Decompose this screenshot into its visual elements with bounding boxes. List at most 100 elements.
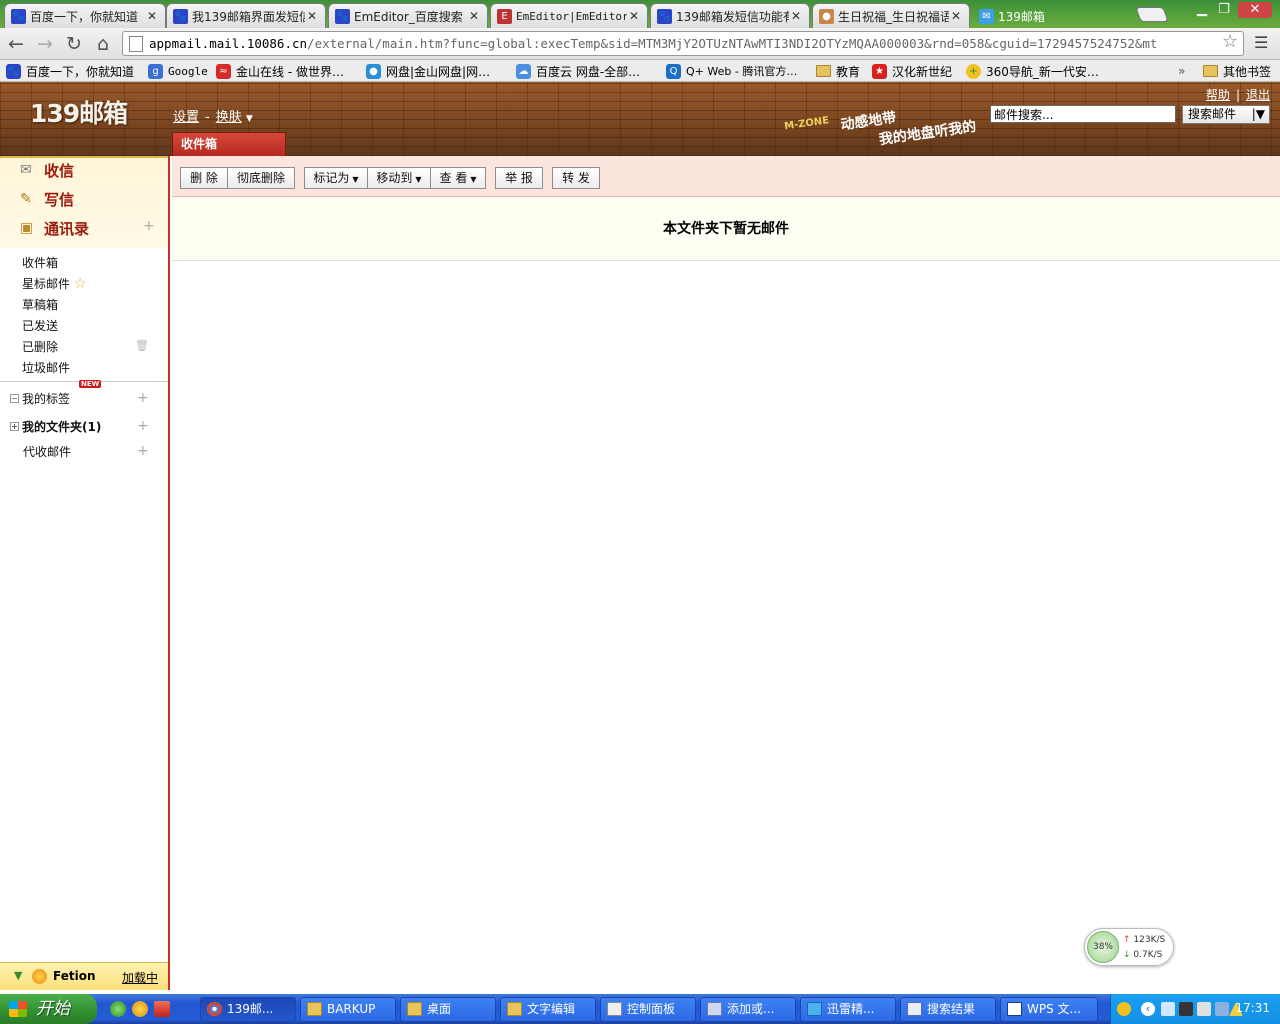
my-tags[interactable]: − 我的标签 — [10, 390, 70, 407]
bookmark-item[interactable]: ● 网盘|金山网盘|网… — [366, 62, 490, 80]
quicklaunch-icon[interactable] — [110, 1001, 126, 1017]
download-speed-value: 0.7K/S — [1133, 950, 1163, 960]
browser-tab[interactable]: E EmEditor|EmEditor ✕ — [490, 3, 648, 28]
minimize-icon[interactable]: ▁ — [1192, 2, 1212, 18]
taskbar-item[interactable]: BARKUP — [300, 997, 396, 1022]
tab-inbox[interactable]: 收件箱 — [172, 132, 286, 156]
speed-percent: 38% — [1087, 931, 1119, 963]
bookmark-item[interactable]: 🐾 百度一下，你就知道 — [6, 62, 134, 80]
sidebar-item-spam[interactable]: 垃圾邮件 — [22, 359, 70, 376]
sidebar-item-drafts[interactable]: 草稿箱 — [22, 296, 58, 313]
sidebar-item-sent[interactable]: 已发送 — [22, 317, 58, 334]
trash-icon[interactable]: 🗑 — [135, 339, 149, 352]
browser-tab-active[interactable]: ✉ 139邮箱 — [972, 3, 1132, 28]
delete-button[interactable]: 删 除 — [180, 167, 228, 189]
emeditor-icon: E — [497, 8, 512, 24]
sidebar-item-deleted[interactable]: 已删除 — [22, 338, 58, 355]
network-speed-widget[interactable]: 38% ↑ 123K/S ↓ 0.7K/S — [1084, 928, 1174, 966]
volume-icon[interactable] — [1197, 1002, 1211, 1016]
chrome-icon — [207, 1002, 222, 1016]
taskbar-item[interactable]: 搜索结果 — [900, 997, 996, 1022]
receive-button[interactable]: ✉ 收信 — [20, 158, 74, 182]
browser-tab[interactable]: 🐾 EmEditor_百度搜索 ✕ — [328, 3, 488, 28]
back-arrow-icon[interactable]: ← — [4, 32, 28, 56]
view-button[interactable]: 查 看 ▼ — [430, 167, 486, 189]
start-button[interactable]: 开始 — [0, 994, 97, 1024]
reload-icon[interactable]: ↻ — [62, 32, 86, 56]
contacts-button[interactable]: ▣ 通讯录 — [20, 216, 89, 240]
permanent-delete-button[interactable]: 彻底删除 — [227, 167, 295, 189]
browser-tab[interactable]: ● 生日祝福_生日祝福语 ✕ — [812, 3, 970, 28]
tray-expand-icon[interactable]: ‹ — [1141, 1002, 1155, 1016]
mail-search-input[interactable] — [990, 105, 1176, 123]
close-icon[interactable]: ✕ — [467, 9, 481, 23]
bookmarks-overflow[interactable]: » — [1178, 62, 1185, 80]
compose-button[interactable]: ✎ 写信 — [20, 187, 74, 211]
quicklaunch-icon[interactable] — [154, 1001, 170, 1017]
bookmark-label: 360导航_新一代安… — [986, 64, 1099, 79]
mark-as-button[interactable]: 标记为 ▼ — [304, 167, 368, 189]
browser-tab-strip: 🐾 百度一下，你就知道 ✕ 🐾 我139邮箱界面发短信 ✕ 🐾 EmEditor… — [0, 0, 1280, 28]
settings-link[interactable]: 设置 — [173, 110, 199, 125]
logout-link[interactable]: 退出 — [1246, 88, 1270, 102]
forward-arrow-icon[interactable]: → — [33, 32, 57, 56]
bookmark-item[interactable]: ≈ 金山在线 - 做世界… — [216, 62, 344, 80]
fetion-bar[interactable]: ▼ Fetion 加载中 — [0, 962, 168, 990]
taskbar-item[interactable]: WPS 文... — [1000, 997, 1098, 1022]
restore-icon[interactable]: ❐ — [1214, 2, 1234, 18]
bookmark-folder[interactable]: 教育 — [816, 62, 860, 80]
add-folder-icon[interactable]: + — [137, 418, 149, 434]
my-folders[interactable]: + 我的文件夹(1) — [10, 418, 101, 435]
close-icon[interactable]: ✕ — [145, 9, 159, 23]
taskbar-item[interactable]: 控制面板 — [600, 997, 696, 1022]
add-contact-icon[interactable]: + — [143, 218, 155, 234]
other-bookmarks[interactable]: 其他书签 — [1203, 62, 1271, 80]
bookmark-item[interactable]: Q Q+ Web - 腾讯官方… — [666, 62, 797, 80]
bookmark-item[interactable]: ☁ 百度云 网盘-全部… — [516, 62, 640, 80]
report-button[interactable]: 举 报 — [495, 167, 543, 189]
wrench-icon[interactable]: ☰ — [1254, 33, 1268, 52]
expand-icon[interactable]: + — [10, 422, 19, 431]
add-proxy-icon[interactable]: + — [137, 443, 149, 459]
browser-tab[interactable]: 🐾 我139邮箱界面发短信 ✕ — [166, 3, 326, 28]
tray-icon[interactable] — [1117, 1002, 1131, 1016]
chevron-down-icon[interactable]: ▼ — [14, 969, 22, 982]
bookmark-item[interactable]: ★ 汉化新世纪 — [872, 62, 952, 80]
search-mail-button[interactable]: 搜索邮件 |▼ — [1182, 105, 1270, 124]
collapse-icon[interactable]: − — [10, 394, 19, 403]
tray-icon[interactable] — [1161, 1002, 1175, 1016]
bookmark-star-icon[interactable]: ☆ — [1222, 31, 1238, 52]
proxy-mail[interactable]: 代收邮件 — [23, 443, 71, 460]
help-link[interactable]: 帮助 — [1206, 88, 1230, 102]
taskbar-item[interactable]: 添加或... — [700, 997, 796, 1022]
sidebar-item-starred[interactable]: 星标邮件 ☆ — [22, 275, 86, 292]
hanhua-icon: ★ — [872, 63, 887, 79]
browser-tab[interactable]: 🐾 百度一下，你就知道 ✕ — [4, 3, 166, 28]
sidebar-item-inbox[interactable]: 收件箱 — [22, 254, 58, 271]
close-icon[interactable]: ✕ — [305, 9, 319, 23]
close-icon[interactable]: ✕ — [627, 9, 641, 23]
quicklaunch-icon[interactable] — [132, 1001, 148, 1017]
skin-link[interactable]: 换肤 — [216, 110, 242, 125]
taskbar-item[interactable]: 139邮... — [200, 997, 296, 1022]
bookmark-item[interactable]: + 360导航_新一代安… — [966, 62, 1099, 80]
address-bar[interactable]: appmail.mail.10086.cn/external/main.htm?… — [122, 31, 1244, 56]
move-to-label: 移动到 — [376, 171, 413, 185]
close-icon[interactable]: ✕ — [949, 9, 963, 23]
tray-icon[interactable] — [1179, 1002, 1193, 1016]
add-tag-icon[interactable]: + — [137, 390, 149, 406]
close-icon[interactable]: ✕ — [789, 9, 803, 23]
bookmark-item[interactable]: g Google — [148, 62, 208, 80]
taskbar-item[interactable]: 迅雷精... — [800, 997, 896, 1022]
forward-button[interactable]: 转 发 — [552, 167, 600, 189]
close-window-icon[interactable]: ✕ — [1238, 2, 1272, 18]
my-tags-label: 我的标签 — [22, 392, 71, 406]
home-icon[interactable]: ⌂ — [91, 32, 115, 56]
taskbar-item[interactable]: 文字编辑 — [500, 997, 596, 1022]
browser-tab[interactable]: 🐾 139邮箱发短信功能有 ✕ — [650, 3, 810, 28]
taskbar-item[interactable]: 桌面 — [400, 997, 496, 1022]
network-icon[interactable] — [1215, 1002, 1229, 1016]
move-to-button[interactable]: 移动到 ▼ — [367, 167, 431, 189]
dropdown-arrow-icon[interactable]: |▼ — [1252, 106, 1265, 123]
new-tab-button[interactable] — [1135, 7, 1169, 22]
